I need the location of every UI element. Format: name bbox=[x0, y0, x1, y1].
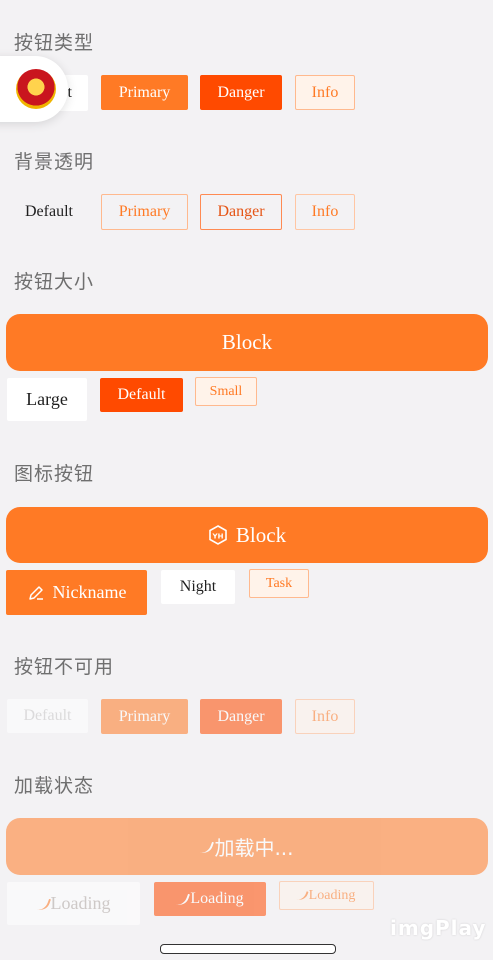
icon-block-button[interactable]: YH Block bbox=[6, 507, 488, 563]
size-block-button[interactable]: Block bbox=[6, 314, 488, 371]
police-emblem-icon bbox=[16, 69, 56, 109]
section-title-plain: 背景透明 bbox=[14, 151, 95, 173]
section-title-loading: 加载状态 bbox=[14, 775, 95, 797]
loading-block-button: 加载中... bbox=[6, 818, 488, 875]
spinner-icon bbox=[198, 837, 215, 856]
info-button[interactable]: Info bbox=[295, 75, 355, 110]
nickname-label: Nickname bbox=[52, 582, 127, 602]
loading-small-label: Loading bbox=[308, 887, 356, 903]
primary-button[interactable]: Primary bbox=[101, 75, 188, 110]
loading-block-label: 加载中... bbox=[214, 836, 294, 860]
plain-info-label: Info bbox=[311, 203, 339, 220]
plain-default-label: Default bbox=[25, 203, 73, 220]
floating-badge[interactable] bbox=[0, 56, 68, 122]
disabled-primary-button: Primary bbox=[101, 699, 188, 734]
danger-button-label: Danger bbox=[217, 83, 265, 101]
night-label: Night bbox=[179, 578, 217, 595]
disabled-default-label: Default bbox=[23, 707, 72, 724]
loading-small-button: Loading bbox=[279, 881, 374, 910]
svg-text:YH: YH bbox=[211, 533, 223, 541]
icon-block-label: Block bbox=[235, 522, 287, 547]
plain-default-button[interactable]: Default bbox=[10, 194, 88, 230]
loading-default-button: Loading bbox=[154, 882, 266, 916]
danger-button[interactable]: Danger bbox=[200, 75, 282, 110]
loading-large-label: Loading bbox=[50, 893, 111, 913]
disabled-info-button: Info bbox=[295, 699, 355, 734]
pencil-icon bbox=[27, 584, 45, 602]
size-default-label: Default bbox=[117, 386, 166, 403]
plain-primary-label: Primary bbox=[118, 203, 171, 220]
loading-large-button: Loading bbox=[7, 882, 140, 925]
section-title-disabled: 按钮不可用 bbox=[14, 656, 115, 678]
disabled-info-label: Info bbox=[311, 707, 339, 725]
size-small-label: Small bbox=[209, 383, 243, 399]
home-indicator bbox=[160, 944, 336, 954]
size-default-button[interactable]: Default bbox=[100, 378, 183, 412]
disabled-default-button: Default bbox=[7, 699, 88, 733]
yh-logo-icon: YH bbox=[208, 525, 228, 545]
nickname-button[interactable]: Nickname bbox=[6, 570, 147, 615]
section-title-types: 按钮类型 bbox=[14, 32, 95, 54]
plain-danger-label: Danger bbox=[217, 203, 265, 220]
primary-button-label: Primary bbox=[118, 83, 171, 101]
night-button[interactable]: Night bbox=[161, 570, 235, 604]
plain-info-button[interactable]: Info bbox=[295, 194, 355, 230]
task-button[interactable]: Task bbox=[249, 569, 309, 598]
task-label: Task bbox=[265, 575, 293, 591]
spinner-icon bbox=[34, 894, 51, 913]
plain-danger-button[interactable]: Danger bbox=[200, 194, 282, 230]
size-large-label: Large bbox=[26, 389, 68, 409]
default-button-label: t bbox=[67, 84, 72, 101]
plain-primary-button[interactable]: Primary bbox=[101, 194, 188, 230]
disabled-danger-button: Danger bbox=[200, 699, 282, 734]
size-small-button[interactable]: Small bbox=[195, 377, 257, 406]
disabled-primary-label: Primary bbox=[118, 707, 171, 725]
loading-default-label: Loading bbox=[190, 890, 244, 907]
info-button-label: Info bbox=[311, 83, 339, 101]
spinner-icon bbox=[174, 890, 191, 908]
watermark-logo: imgPlay bbox=[390, 916, 487, 940]
spinner-icon bbox=[296, 888, 309, 903]
size-block-label: Block bbox=[221, 330, 273, 354]
disabled-danger-label: Danger bbox=[217, 707, 265, 725]
section-title-icons: 图标按钮 bbox=[14, 463, 95, 485]
size-large-button[interactable]: Large bbox=[7, 378, 87, 421]
section-title-sizes: 按钮大小 bbox=[14, 271, 95, 293]
